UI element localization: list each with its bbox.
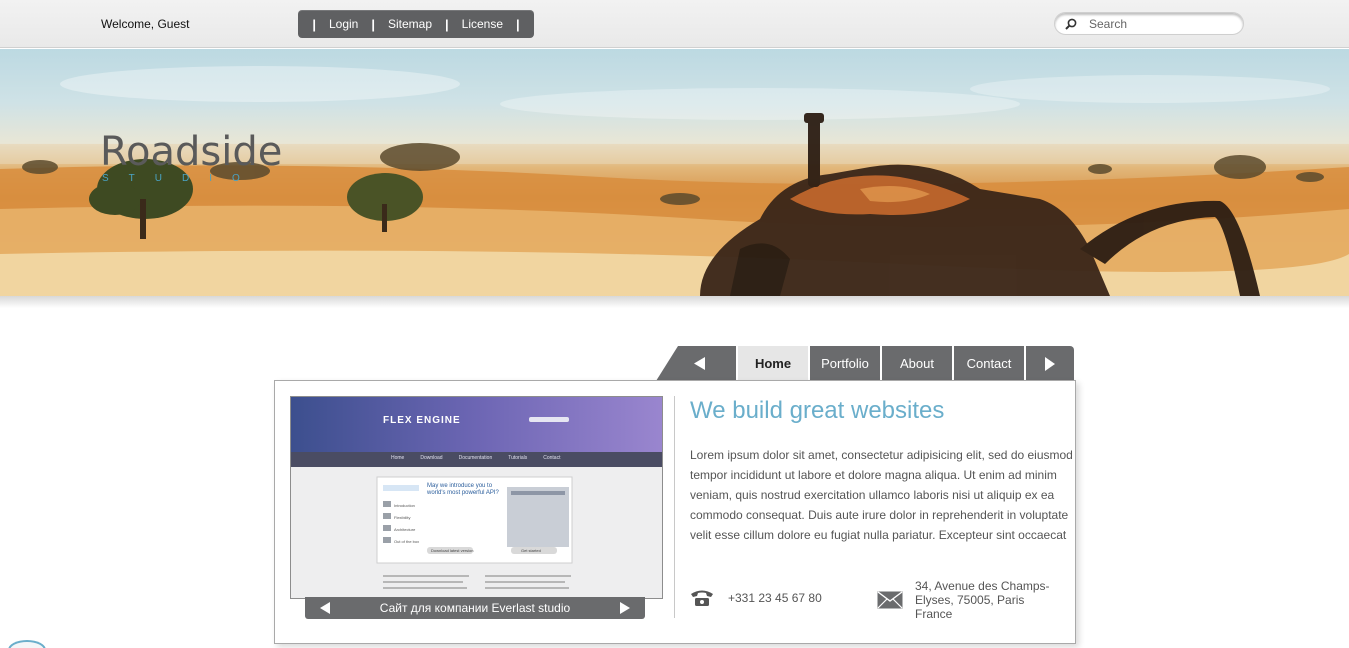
tab-contact[interactable]: Contact	[952, 346, 1024, 381]
site-logo[interactable]: Roadside STUDIO	[100, 129, 282, 184]
top-nav: | Login | Sitemap | License |	[298, 10, 534, 38]
slideshow-caption: Сайт для компании Everlast studio	[379, 601, 571, 615]
preview-brand: FLEX ENGINE	[383, 415, 461, 426]
tab-next-button[interactable]	[1024, 346, 1074, 381]
preview-intro-title: May we introduce you to world's most pow…	[427, 483, 499, 496]
login-link[interactable]: Login	[316, 17, 371, 31]
preview-nav-item: Contact	[543, 455, 561, 461]
preview-button-start: Get started	[521, 548, 541, 553]
preview-sidebar: Introduction Flexibility Architecture Ou…	[394, 500, 419, 548]
contact-address: 34, Avenue des Champs-Elyses, 75005, Par…	[877, 579, 1065, 621]
preview-button-download: Download latest version	[431, 548, 474, 553]
contact-phone: +331 23 45 67 80	[690, 589, 822, 607]
tab-about[interactable]: About	[880, 346, 952, 381]
envelope-icon	[877, 591, 903, 609]
page-headline: We build great websites	[690, 397, 945, 424]
top-bar: Welcome, Guest | Login | Sitemap | Licen…	[0, 0, 1349, 48]
preview-nav-item: Documentation	[458, 455, 493, 461]
preview-nav-item: Download	[420, 455, 443, 461]
content-panel: FLEX ENGINE Home Download Documentation …	[274, 380, 1076, 644]
preview-sidebar-item: Introduction	[394, 503, 415, 508]
search-input[interactable]	[1089, 15, 1234, 33]
triangle-left-icon	[656, 346, 736, 381]
sitemap-link[interactable]: Sitemap	[375, 17, 445, 31]
portfolio-screenshot[interactable]: FLEX ENGINE Home Download Documentation …	[290, 396, 663, 599]
preview-sidebar-item: Out of the box	[394, 539, 420, 544]
welcome-text: Welcome, Guest	[101, 17, 190, 31]
phone-icon	[691, 590, 713, 606]
postal-address: 34, Avenue des Champs-Elyses, 75005, Par…	[915, 579, 1050, 621]
phone-number: +331 23 45 67 80	[728, 591, 822, 605]
search-box[interactable]	[1054, 12, 1244, 35]
logo-title: Roadside	[100, 129, 283, 175]
intro-paragraph: Lorem ipsum dolor sit amet, consectetur …	[690, 448, 1073, 542]
tab-portfolio[interactable]: Portfolio	[808, 346, 880, 381]
search-icon	[1065, 18, 1077, 30]
preview-nav: Home Download Documentation Tutorials Co…	[391, 455, 560, 461]
triangle-right-icon	[1045, 356, 1055, 371]
preview-sidebar-item: Architecture	[394, 527, 416, 532]
nav-separator: |	[516, 16, 520, 32]
triangle-right-icon[interactable]	[619, 602, 631, 614]
column-divider	[674, 396, 675, 618]
header-banner: Roadside STUDIO	[0, 49, 1349, 296]
website-preview-image	[291, 397, 662, 598]
license-link[interactable]: License	[449, 17, 516, 31]
main-tabs: Home Portfolio About Contact	[656, 346, 1074, 381]
triangle-left-icon[interactable]	[319, 602, 331, 614]
preview-nav-item: Home	[391, 455, 405, 461]
tab-home[interactable]: Home	[736, 346, 808, 381]
logo-subtitle: STUDIO	[102, 173, 260, 184]
slideshow-caption-bar: Сайт для компании Everlast studio	[305, 597, 645, 619]
banner-shadow	[0, 296, 1349, 308]
preview-sidebar-item: Flexibility	[394, 515, 411, 520]
preview-nav-item: Tutorials	[508, 455, 528, 461]
tab-prev-button[interactable]	[656, 346, 736, 381]
corner-widget[interactable]	[8, 640, 46, 648]
